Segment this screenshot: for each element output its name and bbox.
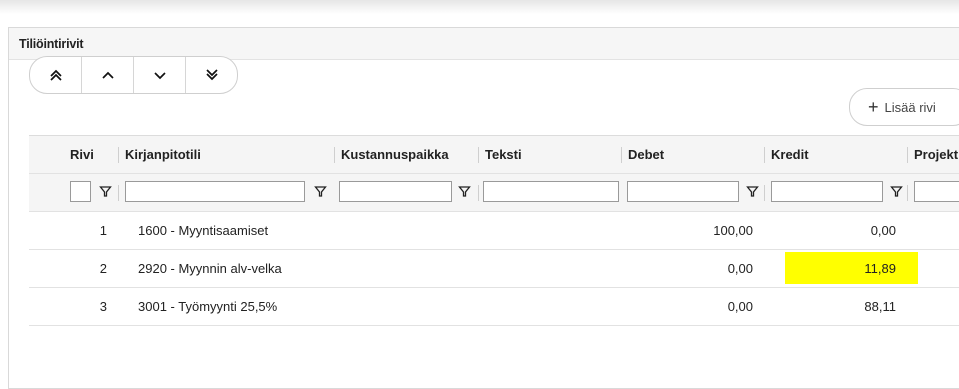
prev-row-button[interactable]	[82, 57, 134, 93]
filter-icon[interactable]	[746, 185, 759, 198]
col-separator[interactable]	[621, 147, 622, 163]
kredit-filter-input[interactable]	[771, 181, 883, 202]
first-row-button[interactable]	[30, 57, 82, 93]
debet-filter-input[interactable]	[627, 181, 739, 202]
table-row[interactable]: 1 1600 - Myyntisaamiset 100,00 0,00	[29, 212, 959, 250]
kirjanpitotili-filter-input[interactable]	[125, 181, 305, 202]
panel-title: Tiliöintirivit	[19, 36, 84, 51]
col-separator	[907, 185, 908, 201]
kirjanpitotili-cell: 1600 - Myyntisaamiset	[138, 223, 269, 238]
plus-icon: +	[868, 97, 879, 117]
filter-icon[interactable]	[314, 185, 327, 198]
kredit-cell: 88,11	[864, 299, 896, 314]
debet-cell: 0,00	[727, 261, 753, 276]
add-row-label: Lisää rivi	[884, 99, 936, 115]
double-chevron-up-icon	[49, 69, 62, 81]
rivi-cell: 3	[99, 299, 107, 314]
col-header-kredit[interactable]: Kredit	[771, 136, 809, 173]
double-chevron-down-icon	[205, 69, 218, 81]
col-header-projekti[interactable]: Projekti	[914, 136, 959, 173]
row-navigation	[29, 56, 238, 94]
col-separator	[118, 185, 119, 201]
kirjanpitotili-cell: 3001 - Työmyynti 25,5%	[138, 299, 278, 314]
col-separator[interactable]	[478, 147, 479, 163]
kustannuspaikka-filter-input[interactable]	[339, 181, 452, 202]
filter-icon[interactable]	[890, 185, 903, 198]
col-header-teksti[interactable]: Teksti	[485, 136, 522, 173]
rivi-cell: 1	[99, 223, 107, 238]
col-separator[interactable]	[118, 147, 119, 163]
add-row-button[interactable]: + Lisää rivi	[849, 88, 959, 126]
table-header-row: Rivi Kirjanpitotili Kustannuspaikka Teks…	[29, 136, 959, 174]
chevron-up-icon	[101, 71, 114, 79]
col-separator[interactable]	[334, 147, 335, 163]
kredit-cell: 11,89	[864, 261, 896, 276]
col-separator	[764, 185, 765, 201]
col-header-kustannuspaikka[interactable]: Kustannuspaikka	[341, 136, 449, 173]
col-header-rivi[interactable]: Rivi	[70, 136, 94, 173]
top-shadow	[0, 0, 959, 14]
kirjanpitotili-cell: 2920 - Myynnin alv-velka	[138, 261, 282, 276]
col-header-debet[interactable]: Debet	[628, 136, 664, 173]
table-filter-row	[29, 174, 959, 212]
filter-icon[interactable]	[458, 185, 471, 198]
debet-cell: 0,00	[727, 299, 753, 314]
debet-cell: 100,00	[713, 223, 753, 238]
chevron-down-icon	[153, 72, 166, 80]
journal-lines-table: Rivi Kirjanpitotili Kustannuspaikka Teks…	[29, 135, 959, 326]
table-row[interactable]: 2 2920 - Myynnin alv-velka 0,00 11,89	[29, 250, 959, 288]
rivi-filter-input[interactable]	[70, 181, 91, 202]
next-row-button[interactable]	[134, 57, 186, 93]
table-row[interactable]: 3 3001 - Työmyynti 25,5% 0,00 88,11	[29, 288, 959, 326]
projekti-filter-input[interactable]	[914, 181, 959, 202]
kredit-cell: 0,00	[870, 223, 896, 238]
rivi-cell: 2	[99, 261, 107, 276]
col-header-kirjanpitotili[interactable]: Kirjanpitotili	[125, 136, 201, 173]
last-row-button[interactable]	[186, 57, 237, 93]
col-separator[interactable]	[764, 147, 765, 163]
col-separator[interactable]	[907, 147, 908, 163]
col-separator	[478, 185, 479, 201]
filter-icon[interactable]	[99, 185, 112, 198]
teksti-filter-input[interactable]	[483, 181, 619, 202]
